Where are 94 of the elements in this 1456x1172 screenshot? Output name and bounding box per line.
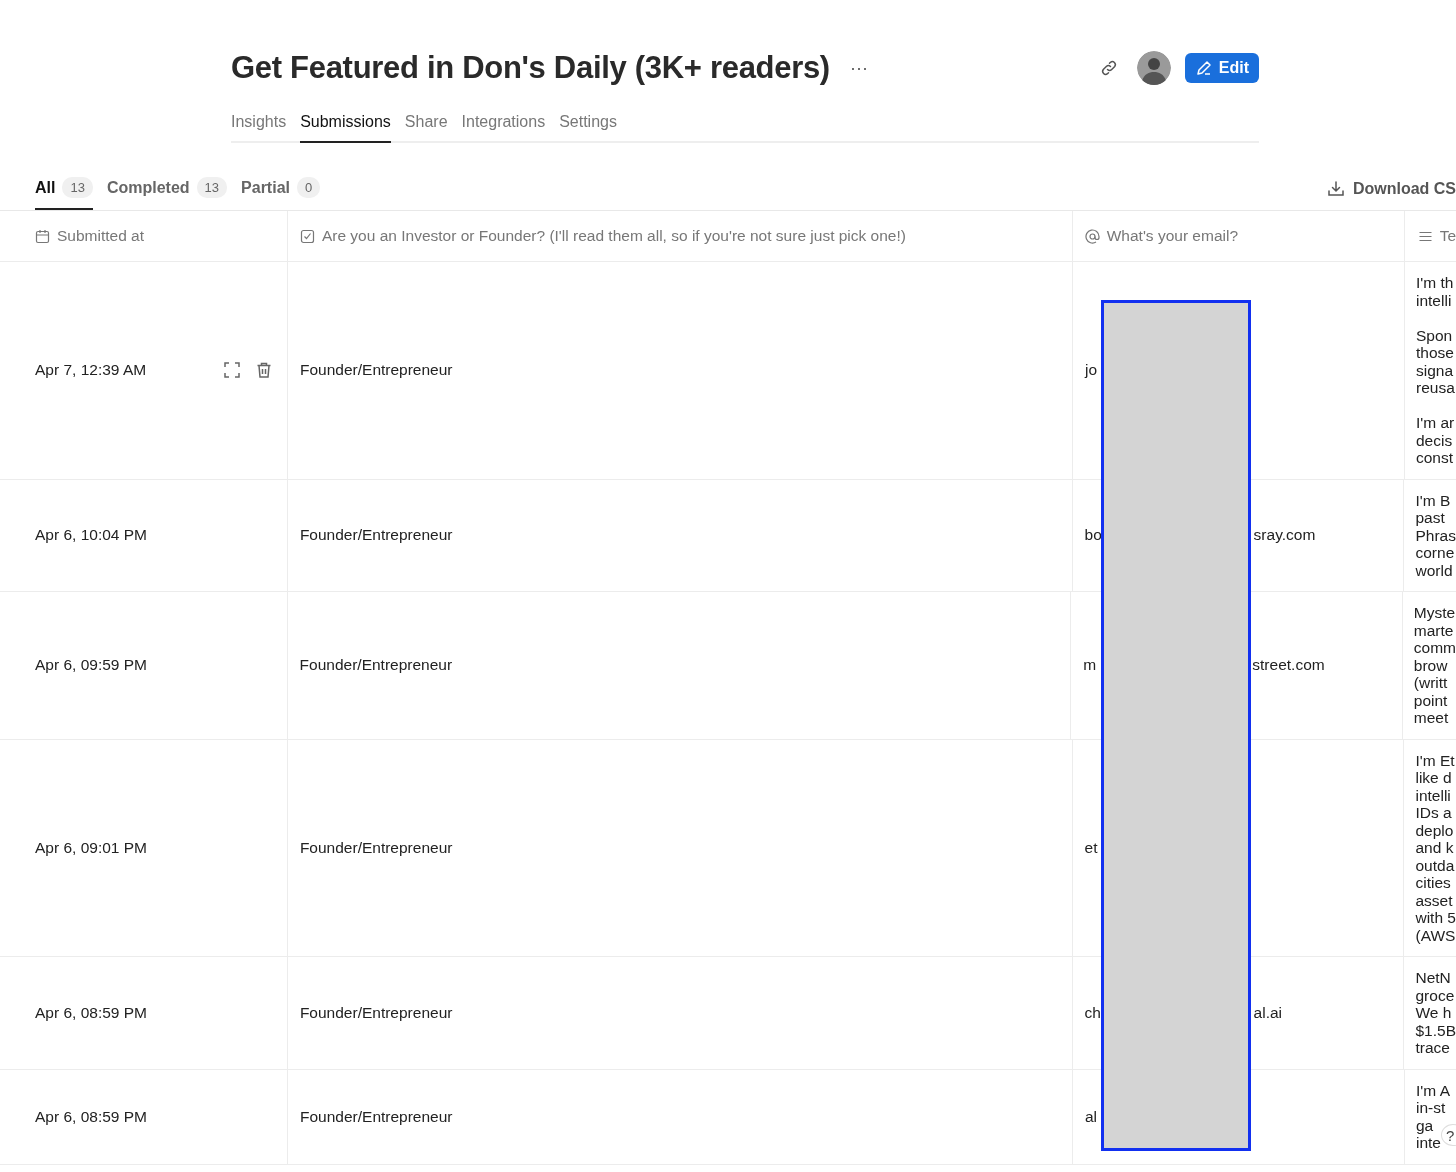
answer-text: like d	[1415, 769, 1452, 787]
pencil-icon	[1194, 59, 1213, 77]
answer-text: Spon	[1416, 326, 1453, 344]
answer-text: signa	[1416, 361, 1454, 379]
answer-text: marte	[1413, 621, 1454, 639]
at-icon	[1084, 228, 1100, 244]
answer-text: outda	[1415, 856, 1455, 874]
column-label: Te	[1439, 227, 1456, 245]
filter-tab[interactable]: Partial 0	[241, 167, 321, 210]
answer-text: those	[1416, 344, 1454, 362]
answer-text: asset	[1415, 891, 1453, 909]
email-text: street.com	[1252, 656, 1325, 675]
email-text: al	[1085, 1107, 1098, 1126]
help-button[interactable]: ?	[1441, 1124, 1456, 1146]
email-text: bo	[1084, 526, 1102, 545]
edit-button[interactable]: Edit	[1184, 53, 1259, 83]
answer-text: meet	[1413, 709, 1449, 727]
expand-icon[interactable]	[223, 361, 241, 380]
email-text: al.ai	[1253, 1003, 1283, 1022]
answer-text: past	[1415, 509, 1445, 527]
column-label: Submitted at	[57, 227, 145, 245]
count-badge: 13	[196, 177, 228, 198]
answer-text: trace	[1415, 1039, 1450, 1057]
answer-text: and k	[1415, 839, 1454, 857]
answer-cell: Founder/Entrepreneur	[299, 526, 453, 545]
answer-text: inte	[1416, 1134, 1441, 1152]
answer-text: cities	[1415, 874, 1451, 892]
answer-cell: Founder/Entrepreneur	[300, 361, 453, 380]
answer-text: We h	[1415, 1004, 1452, 1022]
tab[interactable]: Share	[404, 107, 448, 143]
answer-text: in-st	[1416, 1099, 1446, 1117]
column-label: What's your email?	[1106, 227, 1239, 245]
download-button[interactable]: Download CS	[1326, 179, 1456, 198]
answer-text: point	[1413, 691, 1448, 709]
answer-text: reusa	[1416, 379, 1455, 397]
checkbox-icon	[299, 228, 315, 244]
answer-text: brow	[1413, 656, 1448, 674]
answer-text: Myste	[1413, 604, 1456, 622]
answer-text: IDs a	[1415, 804, 1452, 822]
answer-text: intelli	[1415, 786, 1451, 804]
count-badge: 13	[62, 177, 93, 198]
column-header[interactable]: Te	[1404, 211, 1456, 261]
answer-text: ga	[1416, 1116, 1434, 1134]
answer-text: corne	[1415, 544, 1455, 562]
answer-text: groce	[1415, 986, 1455, 1004]
tab[interactable]: Integrations	[461, 107, 546, 143]
email-text: m	[1083, 656, 1097, 675]
answer-text: intelli	[1416, 291, 1452, 309]
email-text: ch	[1084, 1003, 1101, 1022]
answer-text: decis	[1416, 431, 1453, 449]
email-text: sray.com	[1253, 526, 1316, 545]
answer-text: I'm ar	[1416, 414, 1455, 432]
column-header[interactable]: What's your email?	[1072, 211, 1405, 261]
answer-text: NetN	[1415, 969, 1451, 987]
answer-text: world	[1415, 561, 1453, 579]
answer-text: deplo	[1415, 821, 1454, 839]
email-text: et	[1084, 838, 1098, 857]
filter-tab[interactable]: All 13	[35, 167, 93, 210]
email-text: jo	[1085, 361, 1098, 380]
answer-text: (AWS	[1415, 926, 1456, 944]
filter-tab[interactable]: Completed 13	[106, 167, 228, 210]
trash-icon[interactable]	[255, 361, 273, 380]
column-header[interactable]: Submitted at	[0, 211, 288, 261]
date-cell: Apr 6, 09:59 PM	[35, 656, 147, 675]
calendar-icon	[35, 228, 50, 244]
avatar[interactable]	[1136, 51, 1171, 85]
answer-text: I'm B	[1415, 491, 1451, 509]
date-cell: Apr 7, 12:39 AM	[35, 361, 147, 380]
column-label: Are you an Investor or Founder? (I'll read them all, so if you're not sure just pick one!)	[321, 227, 906, 245]
answer-text: I'm Et	[1415, 751, 1455, 769]
answer-cell: Founder/Entrepreneur	[299, 838, 453, 857]
date-cell: Apr 6, 08:59 PM	[35, 1003, 147, 1022]
tab[interactable]: Settings	[559, 107, 617, 143]
answer-text: with 5	[1415, 909, 1456, 927]
answer-text: I'm th	[1416, 274, 1454, 292]
answer-text: I'm A	[1416, 1081, 1450, 1099]
more-button[interactable]: ···	[843, 57, 874, 79]
date-cell: Apr 6, 08:59 PM	[35, 1107, 147, 1126]
answer-cell: Founder/Entrepreneur	[299, 1003, 453, 1022]
column-header[interactable]: Are you an Investor or Founder? (I'll read them all, so if you're not sure just pick one!)	[287, 211, 1073, 261]
answer-text: (writt	[1413, 674, 1448, 692]
tab[interactable]: Submissions	[300, 107, 391, 143]
answer-text: comm	[1413, 639, 1456, 657]
date-cell: Apr 6, 10:04 PM	[35, 526, 147, 545]
answer-text: Phras	[1415, 526, 1456, 544]
download-icon	[1326, 179, 1345, 198]
answer-text: $1.5B	[1415, 1021, 1456, 1039]
tab[interactable]: Insights	[231, 107, 287, 143]
answer-cell: Founder/Entrepreneur	[300, 1107, 453, 1126]
count-badge: 0	[297, 177, 321, 198]
answer-text: const	[1416, 449, 1454, 467]
answer-cell: Founder/Entrepreneur	[299, 656, 453, 675]
form-title: Get Featured in Don's Daily (3K+ readers)	[231, 50, 830, 86]
date-cell: Apr 6, 09:01 PM	[35, 838, 147, 857]
